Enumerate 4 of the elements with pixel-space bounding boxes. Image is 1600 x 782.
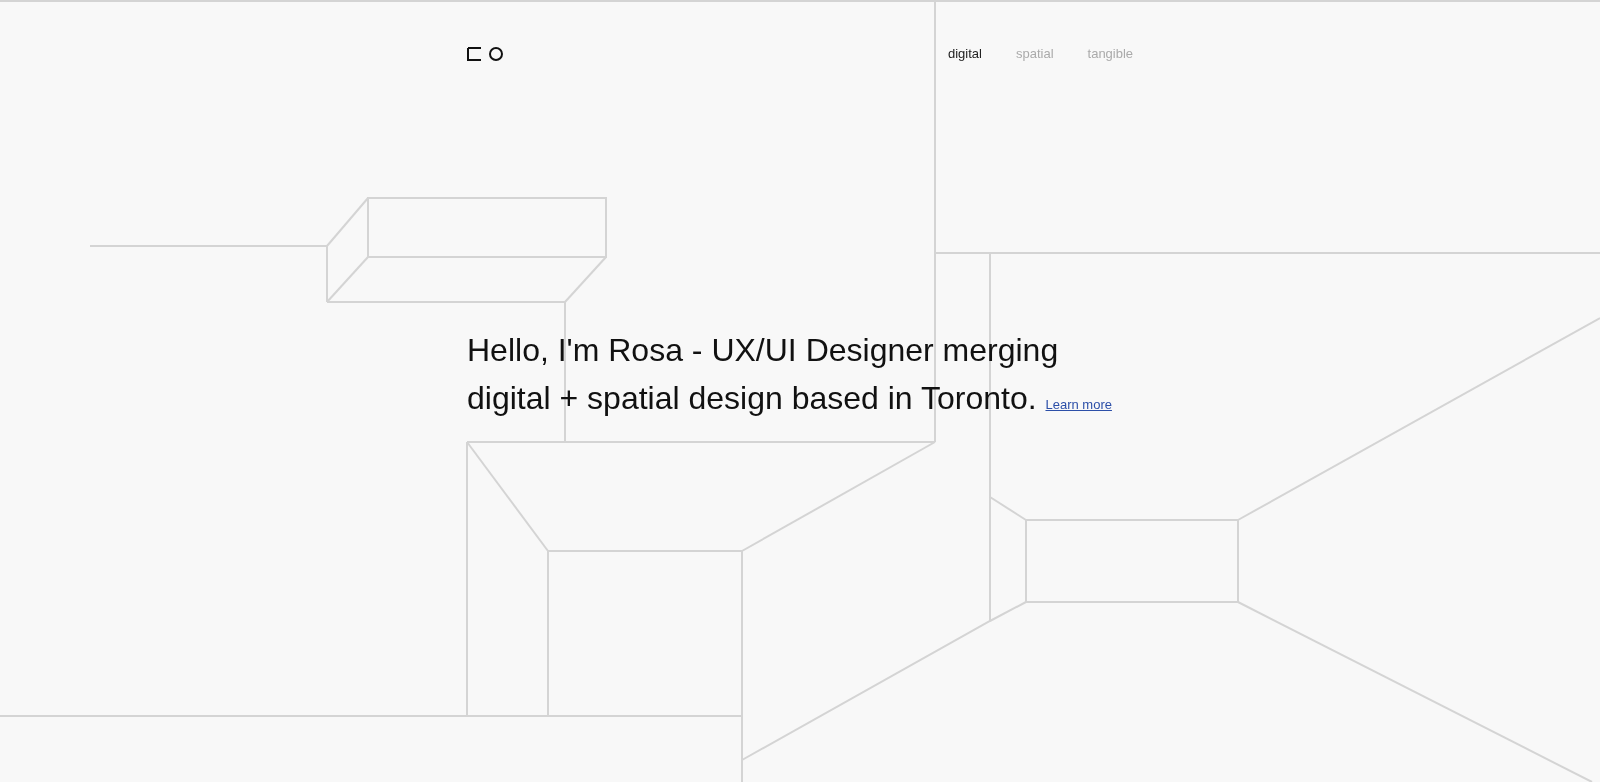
logo-icon[interactable] (467, 45, 504, 62)
learn-more-link[interactable]: Learn more (1045, 396, 1112, 412)
hero-text: Hello, I'm Rosa - UX/UI Designer merging digital + spatial design based in Toronto. Learn more (467, 330, 1113, 418)
nav-link[interactable]: digital (948, 44, 982, 64)
